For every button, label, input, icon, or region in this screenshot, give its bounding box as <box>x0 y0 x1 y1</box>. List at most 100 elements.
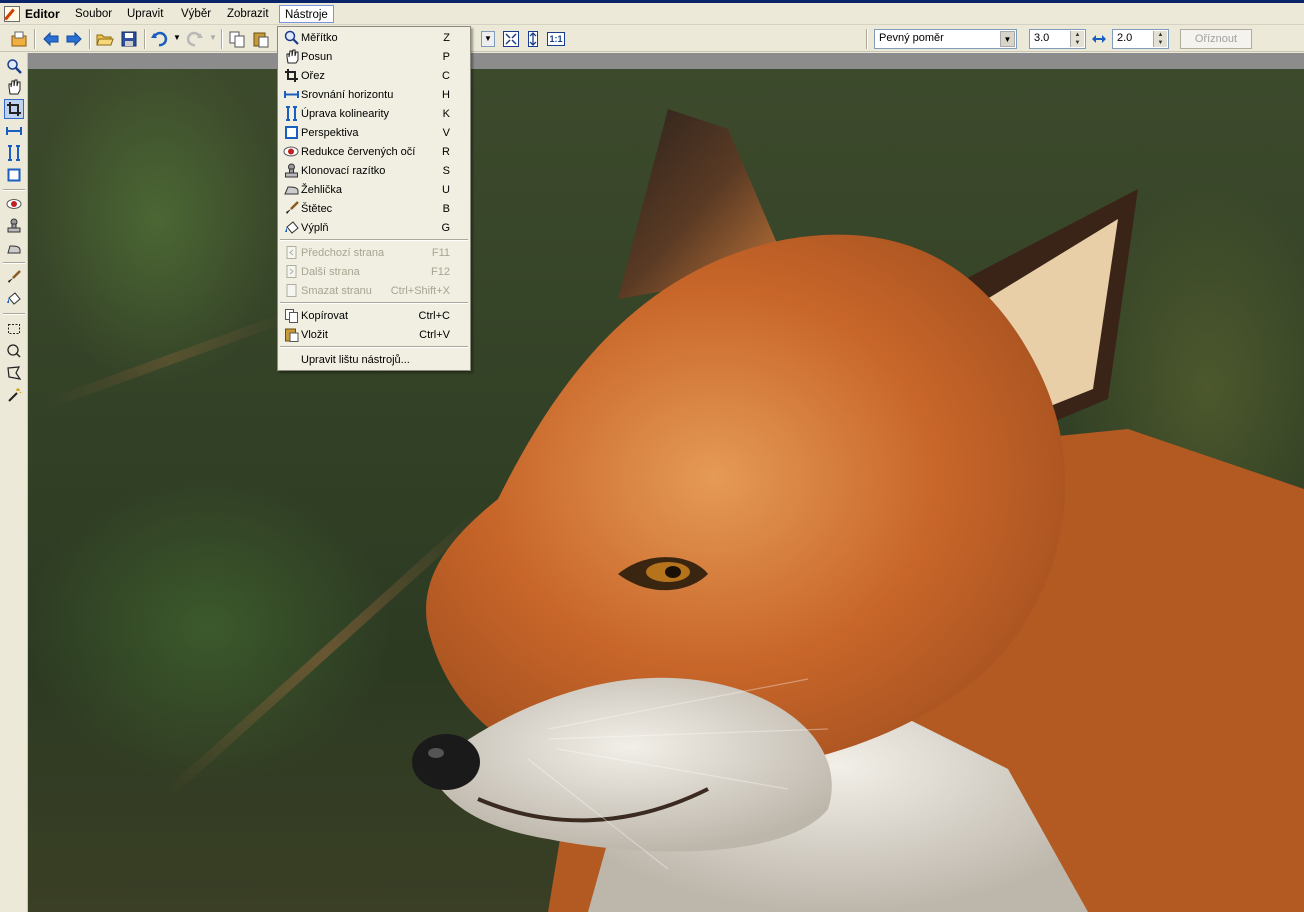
swap-ratio-button[interactable] <box>1089 28 1109 50</box>
tool-ellipse-select[interactable] <box>4 341 24 361</box>
back-button[interactable] <box>40 28 62 50</box>
tool-rect-select[interactable] <box>4 319 24 339</box>
tool-horizon[interactable] <box>4 121 24 141</box>
toolbox-separator <box>3 189 25 191</box>
menu-item-vlozit[interactable]: Vložit Ctrl+V <box>278 325 470 344</box>
menu-item-shortcut: K <box>442 107 450 120</box>
menu-item-shortcut: C <box>442 69 450 82</box>
actual-size-button[interactable]: 1:1 <box>545 28 567 50</box>
menu-item-redukce-cervenych-oci[interactable]: Redukce červených očí R <box>278 142 470 161</box>
crop-height-value: 2.0 <box>1117 32 1133 44</box>
menu-item-upravit-listu-nastroju[interactable]: Upravit lištu nástrojů... <box>278 350 470 369</box>
menu-item-label: Štětec <box>301 202 333 215</box>
menu-item-stetec[interactable]: Štětec B <box>278 199 470 218</box>
menu-vyber[interactable]: Výběr <box>176 5 216 23</box>
zoom-dropdown-arrow[interactable]: ▼ <box>481 31 495 47</box>
folder-open-icon <box>96 34 114 46</box>
menu-item-label: Další strana <box>301 265 360 278</box>
next-page-icon <box>286 265 296 278</box>
tool-perspective[interactable] <box>4 165 24 185</box>
tool-crop[interactable] <box>4 99 24 119</box>
fit-screen-button[interactable] <box>500 28 522 50</box>
menu-item-shortcut: Ctrl+Shift+X <box>390 284 450 297</box>
crop-width-spinner[interactable]: 3.0 ▲ ▼ <box>1029 29 1086 49</box>
redo-button[interactable] <box>184 28 206 50</box>
copy-icon <box>229 31 245 48</box>
swap-arrows-icon <box>1092 35 1106 43</box>
tool-lasso-select[interactable] <box>4 363 24 383</box>
undo-dropdown-arrow[interactable]: ▼ <box>170 31 184 47</box>
menu-item-smazat-stranu[interactable]: Smazat stranu Ctrl+Shift+X <box>278 281 470 300</box>
app-title: Editor <box>4 5 60 23</box>
open-button[interactable] <box>8 28 30 50</box>
toolbar-separator <box>144 29 146 49</box>
menu-upravit-label: Upravit <box>127 8 164 20</box>
menu-item-shortcut: R <box>442 145 450 158</box>
menu-upravit[interactable]: Upravit <box>122 5 168 23</box>
menu-item-shortcut: Ctrl+C <box>418 309 450 322</box>
magic-wand-icon <box>8 388 22 402</box>
tool-clone-stamp[interactable] <box>4 216 24 236</box>
menu-item-label: Redukce červených očí <box>301 145 416 158</box>
menu-nastroje[interactable]: Nástroje <box>279 5 334 23</box>
ellipse-select-icon <box>7 344 21 358</box>
tool-iron[interactable] <box>4 238 24 258</box>
forward-button[interactable] <box>63 28 85 50</box>
menu-item-kopirovat[interactable]: Kopírovat Ctrl+C <box>278 306 470 325</box>
tool-red-eye[interactable] <box>4 194 24 214</box>
menu-separator <box>280 302 468 304</box>
menu-item-vypln[interactable]: Výplň G <box>278 218 470 237</box>
tool-fill[interactable] <box>4 289 24 309</box>
menu-item-predchozi-strana[interactable]: Předchozí strana F11 <box>278 243 470 262</box>
iron-icon <box>7 245 21 254</box>
spinner-arrows-icon[interactable]: ▲ ▼ <box>1070 31 1084 47</box>
undo-icon <box>151 31 168 47</box>
crop-height-spinner[interactable]: 2.0 ▲ ▼ <box>1112 29 1169 49</box>
tool-hand[interactable] <box>4 77 24 97</box>
menu-item-posun[interactable]: Posun P <box>278 47 470 66</box>
tool-zoom[interactable] <box>4 56 24 76</box>
menu-item-shortcut: F11 <box>431 246 450 259</box>
tool-collinearity[interactable] <box>4 143 24 163</box>
menu-item-klonovaci-razitko[interactable]: Klonovací razítko S <box>278 161 470 180</box>
menu-soubor-label: Soubor <box>75 8 113 20</box>
menu-item-dalsi-strana[interactable]: Další strana F12 <box>278 262 470 281</box>
menu-item-shortcut: P <box>442 50 450 63</box>
menu-item-uprava-kolinearity[interactable]: Úprava kolinearity K <box>278 104 470 123</box>
rect-select-icon <box>8 324 20 334</box>
perspective-icon <box>7 168 21 182</box>
menu-separator <box>280 239 468 241</box>
tool-brush[interactable] <box>4 267 24 287</box>
menu-item-label: Výplň <box>301 221 329 234</box>
paste-button[interactable] <box>250 28 272 50</box>
folder-open-button[interactable] <box>94 28 116 50</box>
menu-item-meritko[interactable]: Měřítko Z <box>278 28 470 47</box>
tools-menu-dropdown: Měřítko Z Posun P Ořez C Srovnání horizo… <box>277 26 471 371</box>
menu-item-shortcut: H <box>442 88 450 101</box>
menu-item-label: Smazat stranu <box>301 284 372 297</box>
spinner-arrows-icon[interactable]: ▲ ▼ <box>1153 31 1167 47</box>
menu-item-perspektiva[interactable]: Perspektiva V <box>278 123 470 142</box>
menubar: Editor Soubor Upravit Výběr Zobrazit Nás… <box>0 3 1304 25</box>
menu-soubor[interactable]: Soubor <box>70 5 117 23</box>
previous-page-icon <box>286 246 296 259</box>
menu-item-label: Srovnání horizontu <box>301 88 394 101</box>
menu-item-shortcut: Ctrl+V <box>419 328 450 341</box>
menu-item-label: Perspektiva <box>301 126 359 139</box>
save-button[interactable] <box>118 28 140 50</box>
ratio-select[interactable]: Pevný poměr ▼ <box>874 29 1017 49</box>
image-canvas[interactable] <box>28 69 1304 912</box>
menu-zobrazit[interactable]: Zobrazit <box>222 5 274 23</box>
collinearity-icon <box>285 106 297 121</box>
undo-button[interactable] <box>148 28 170 50</box>
menu-item-label: Měřítko <box>301 31 338 44</box>
fit-height-button[interactable] <box>522 28 544 50</box>
tool-magic-wand[interactable] <box>4 385 24 405</box>
crop-button[interactable]: Oříznout <box>1180 29 1252 49</box>
menu-item-orez[interactable]: Ořez C <box>278 66 470 85</box>
toolbar-separator <box>34 29 36 49</box>
menu-item-srovnani-horizontu[interactable]: Srovnání horizontu H <box>278 85 470 104</box>
redo-dropdown-arrow[interactable]: ▼ <box>206 31 220 47</box>
menu-item-zehlicka[interactable]: Žehlička U <box>278 180 470 199</box>
copy-button[interactable] <box>226 28 248 50</box>
